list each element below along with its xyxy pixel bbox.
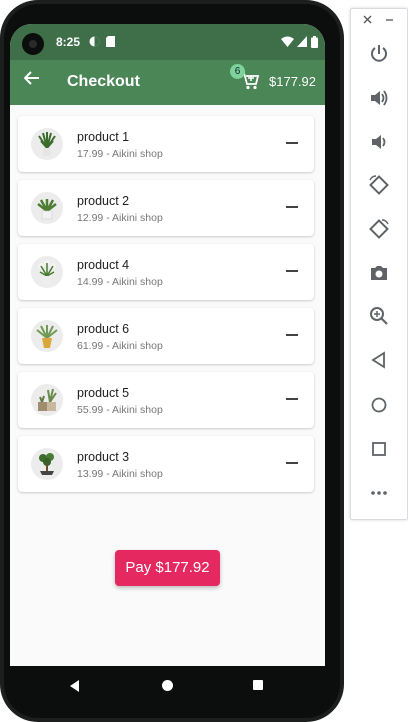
product-price-shop: 14.99 - Aikini shop xyxy=(77,276,163,288)
remove-icon[interactable] xyxy=(286,334,298,336)
front-camera xyxy=(22,33,44,55)
home-icon[interactable] xyxy=(368,394,390,416)
close-icon[interactable] xyxy=(363,13,372,27)
nav-home-icon[interactable] xyxy=(162,680,173,691)
product-name: product 4 xyxy=(77,258,130,272)
product-name: product 6 xyxy=(77,322,130,336)
device-screen: 8:25 Checkout 6 $177.92 product 1 17.99 … xyxy=(10,24,325,666)
status-bar: 8:25 xyxy=(10,24,325,60)
remove-icon[interactable] xyxy=(286,462,298,464)
battery-icon xyxy=(311,36,318,51)
product-name: product 3 xyxy=(77,450,130,464)
zoom-icon[interactable] xyxy=(368,305,390,327)
list-item[interactable]: product 6 61.99 - Aikini shop xyxy=(18,308,314,364)
minimize-icon[interactable] xyxy=(385,13,394,27)
product-image xyxy=(31,256,63,288)
app-bar: Checkout 6 $177.92 xyxy=(10,60,325,105)
product-name: product 2 xyxy=(77,194,130,208)
rotate-left-icon[interactable] xyxy=(368,174,390,196)
list-item[interactable]: product 3 13.99 - Aikini shop xyxy=(18,436,314,492)
back-arrow-icon[interactable] xyxy=(23,70,40,90)
page-title: Checkout xyxy=(67,73,140,90)
list-item[interactable]: product 5 55.99 - Aikini shop xyxy=(18,372,314,428)
product-price-shop: 61.99 - Aikini shop xyxy=(77,340,163,352)
product-price-shop: 12.99 - Aikini shop xyxy=(77,212,163,224)
list-item[interactable]: product 1 17.99 - Aikini shop xyxy=(18,116,314,172)
remove-icon[interactable] xyxy=(286,398,298,400)
remove-icon[interactable] xyxy=(286,142,298,144)
cart-count-badge: 6 xyxy=(230,64,245,79)
list-item[interactable]: product 4 14.99 - Aikini shop xyxy=(18,244,314,300)
camera-icon[interactable] xyxy=(368,262,390,284)
product-name: product 1 xyxy=(77,130,130,144)
cart-total: $177.92 xyxy=(269,74,316,89)
notification-icon xyxy=(89,36,100,50)
volume-up-icon[interactable] xyxy=(368,87,390,109)
system-nav-bar xyxy=(0,666,344,706)
back-icon[interactable] xyxy=(368,349,390,371)
phone-frame: 8:25 Checkout 6 $177.92 product 1 17.99 … xyxy=(0,0,344,722)
sim-card-icon xyxy=(106,36,115,50)
status-time: 8:25 xyxy=(56,35,81,49)
remove-icon[interactable] xyxy=(286,270,298,272)
nav-recents-icon[interactable] xyxy=(253,680,263,690)
product-image xyxy=(31,384,63,416)
volume-down-icon[interactable] xyxy=(368,131,390,153)
product-price-shop: 17.99 - Aikini shop xyxy=(77,148,163,160)
product-image xyxy=(31,192,63,224)
pay-button[interactable]: Pay $177.92 xyxy=(115,550,220,586)
rotate-right-icon[interactable] xyxy=(368,218,390,240)
power-icon[interactable] xyxy=(368,43,390,65)
more-icon[interactable] xyxy=(368,482,390,504)
cart-button[interactable]: 6 xyxy=(230,64,264,94)
product-image xyxy=(31,320,63,352)
product-name: product 5 xyxy=(77,386,130,400)
product-image xyxy=(31,448,63,480)
product-image xyxy=(31,128,63,160)
product-price-shop: 13.99 - Aikini shop xyxy=(77,468,163,480)
nav-back-icon[interactable] xyxy=(70,680,79,692)
list-item[interactable]: product 2 12.99 - Aikini shop xyxy=(18,180,314,236)
emulator-side-panel xyxy=(350,8,408,520)
overview-icon[interactable] xyxy=(368,438,390,460)
signal-icon xyxy=(297,36,307,50)
wifi-icon xyxy=(281,36,294,50)
product-price-shop: 55.99 - Aikini shop xyxy=(77,404,163,416)
remove-icon[interactable] xyxy=(286,206,298,208)
checkout-list: product 1 17.99 - Aikini shop product 2 … xyxy=(18,116,316,500)
